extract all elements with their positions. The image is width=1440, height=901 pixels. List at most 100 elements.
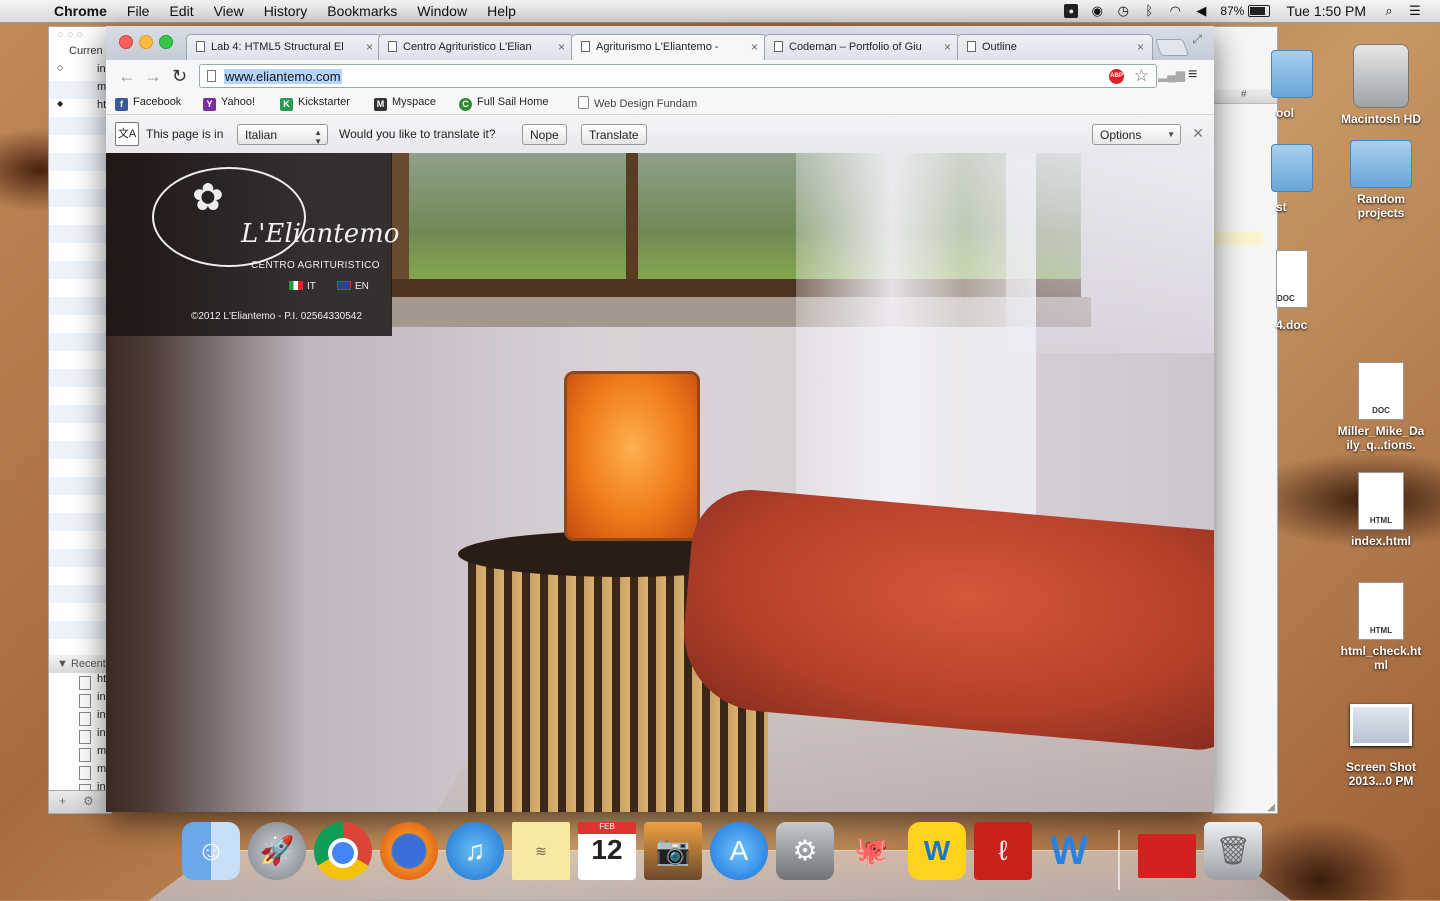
tab-agriturismo-eliantemo[interactable]: Agriturismo L'Eliantemo - × (571, 34, 767, 60)
reload-button[interactable]: ↻ (172, 67, 187, 85)
menu-file[interactable]: File (117, 0, 160, 22)
list-item[interactable]: ht (49, 673, 111, 691)
dock-iphoto-icon[interactable]: 📷 (644, 822, 702, 880)
time-machine-icon[interactable]: ◷ (1116, 4, 1130, 18)
dock-launchpad-icon[interactable]: 🚀 (248, 822, 306, 880)
bluetooth-icon[interactable]: ᛒ (1142, 4, 1156, 18)
list-item-label: ht (97, 99, 107, 111)
tab-codeman[interactable]: Codeman – Portfolio of Giu × (764, 34, 960, 60)
fullscreen-icon[interactable]: ⤢ (1192, 32, 1202, 47)
bookmark-full-sail-home[interactable]: C Full Sail Home (459, 96, 549, 111)
logo-wordmark[interactable]: L'Eliantemo (241, 219, 399, 249)
desktop-icon-index-html[interactable]: HTML index.html (1326, 472, 1436, 548)
list-item[interactable]: in (49, 727, 111, 745)
resize-grip-icon[interactable]: ◢ (1267, 802, 1275, 813)
dock-itunes-icon[interactable]: ♫ (446, 822, 504, 880)
new-tab-button[interactable] (1154, 39, 1190, 56)
bookmark-web-design-fundamentals[interactable]: Web Design Fundam (578, 96, 697, 110)
dock-system-preferences-icon[interactable]: ⚙ (776, 822, 834, 880)
minimize-window-button[interactable] (139, 35, 153, 49)
desktop-icon-random-projects[interactable]: Random projects (1326, 140, 1436, 220)
dock-word-icon[interactable]: W (1040, 822, 1098, 880)
adblock-plus-icon[interactable]: ABP (1109, 69, 1124, 84)
tab-lab4[interactable]: Lab 4: HTML5 Structural El × (186, 34, 382, 60)
dock-acrobat-icon[interactable]: ℓ (974, 822, 1032, 880)
desktop-folder-partial-2[interactable]: st (1262, 144, 1322, 214)
flower-logo-icon[interactable]: ✿ (192, 175, 224, 220)
url-text[interactable]: www.eliantemo.com (224, 69, 342, 84)
dock-trash-icon[interactable]: 🗑 (1204, 822, 1262, 880)
tab-outline[interactable]: Outline × (957, 34, 1153, 60)
menu-chrome[interactable]: Chrome (44, 0, 117, 22)
desktop-icon-html-check[interactable]: HTML html_check.html (1326, 582, 1436, 672)
list-item[interactable]: ◇ in (49, 63, 111, 81)
back-button[interactable]: ← (118, 67, 136, 85)
dock-wunderlist-icon[interactable]: W (908, 822, 966, 880)
list-item[interactable]: m (49, 763, 111, 781)
translate-button[interactable]: Translate (581, 124, 647, 145)
menu-edit[interactable]: Edit (159, 0, 203, 22)
menu-view[interactable]: View (204, 0, 254, 22)
list-item[interactable]: in (49, 709, 111, 727)
menu-clock[interactable]: Tue 1:50 PM (1286, 3, 1366, 19)
notification-center-icon[interactable]: ☰ (1408, 4, 1422, 18)
bookmark-facebook[interactable]: f Facebook (115, 96, 181, 111)
dock-calendar-icon[interactable]: FEB 12 (578, 822, 636, 880)
disclosure-icon[interactable]: ◆ (57, 99, 63, 108)
dock-github-icon[interactable]: 🐙 (842, 822, 900, 880)
translate-question: Would you like to translate it? (339, 127, 496, 141)
close-window-button[interactable] (119, 35, 133, 49)
dock-finder-icon[interactable]: ☺ (182, 822, 240, 880)
bookmark-star-icon[interactable]: ☆ (1134, 66, 1149, 86)
add-icon[interactable]: + (59, 794, 66, 808)
dock-app-store-icon[interactable]: A (710, 822, 768, 880)
tab-centro-agrituristico[interactable]: Centro Agrituristico L'Elian × (378, 34, 574, 60)
desktop-icon-miller-doc[interactable]: DOC Miller_Mike_Daily_q...tions. (1326, 362, 1436, 452)
forward-button[interactable]: → (144, 67, 162, 85)
list-item[interactable]: ◆ ht (49, 99, 111, 117)
chrome-menu-icon[interactable]: ≡ (1188, 66, 1197, 84)
disclosure-icon[interactable]: ◇ (57, 63, 63, 72)
close-tab-icon[interactable]: × (366, 40, 373, 54)
close-tab-icon[interactable]: × (751, 40, 758, 54)
desktop-icon-macintosh-hd[interactable]: Macintosh HD (1326, 44, 1436, 126)
menu-help[interactable]: Help (477, 0, 526, 22)
close-tab-icon[interactable]: × (1137, 40, 1144, 54)
language-select[interactable]: Italian ▲ ▼ (237, 124, 328, 146)
desktop-doc-partial[interactable]: DOC 4.doc (1262, 250, 1322, 332)
bookmark-kickstarter[interactable]: K Kickstarter (280, 96, 350, 111)
nope-button[interactable]: Nope (522, 124, 567, 145)
menu-window[interactable]: Window (407, 0, 477, 22)
close-infobar-icon[interactable]: ✕ (1192, 125, 1204, 142)
address-bar[interactable]: www.eliantemo.com ABP ☆ (199, 64, 1157, 88)
menu-bookmarks[interactable]: Bookmarks (317, 0, 407, 22)
dock-chrome-icon[interactable] (314, 822, 372, 880)
dock-firefox-icon[interactable] (380, 822, 438, 880)
bookmark-myspace[interactable]: M Myspace (374, 96, 436, 111)
user-status-icon[interactable]: ● (1064, 4, 1079, 18)
background-finder-window[interactable]: ○ ○ ○ Curren ◇ in m ◆ ht ▼ Recent ht in in… (48, 26, 112, 814)
options-dropdown[interactable]: Options ▼ (1092, 124, 1181, 145)
menu-history[interactable]: History (254, 0, 318, 22)
github-status-icon[interactable]: ◉ (1090, 4, 1104, 18)
dock-stickies-icon[interactable]: ≋ (512, 822, 570, 880)
battery-icon[interactable] (1248, 5, 1271, 17)
list-item[interactable]: in (49, 691, 111, 709)
maximize-window-button[interactable] (159, 35, 173, 49)
spotlight-icon[interactable]: ⌕ (1382, 4, 1396, 18)
dock-screen-sharing-icon[interactable] (1138, 834, 1196, 878)
bookmark-yahoo[interactable]: Y Yahoo! (203, 96, 255, 111)
list-item[interactable]: m (49, 81, 111, 99)
desktop-folder-partial[interactable]: ool (1262, 50, 1322, 120)
recent-section-header[interactable]: ▼ Recent (49, 655, 111, 673)
list-item[interactable]: m (49, 745, 111, 763)
close-tab-icon[interactable]: × (558, 40, 565, 54)
language-link-en[interactable]: EN (337, 281, 369, 292)
signal-extension-icon[interactable]: ▂▄▆ (1158, 68, 1185, 82)
desktop-icon-screen-shot[interactable]: Screen Shot 2013...0 PM (1326, 704, 1436, 788)
close-tab-icon[interactable]: × (944, 40, 951, 54)
wifi-icon[interactable]: ◠ (1168, 4, 1182, 18)
language-link-it[interactable]: IT (289, 281, 316, 292)
volume-icon[interactable]: ◀ (1194, 4, 1208, 18)
gear-icon[interactable]: ⚙ (83, 794, 94, 808)
